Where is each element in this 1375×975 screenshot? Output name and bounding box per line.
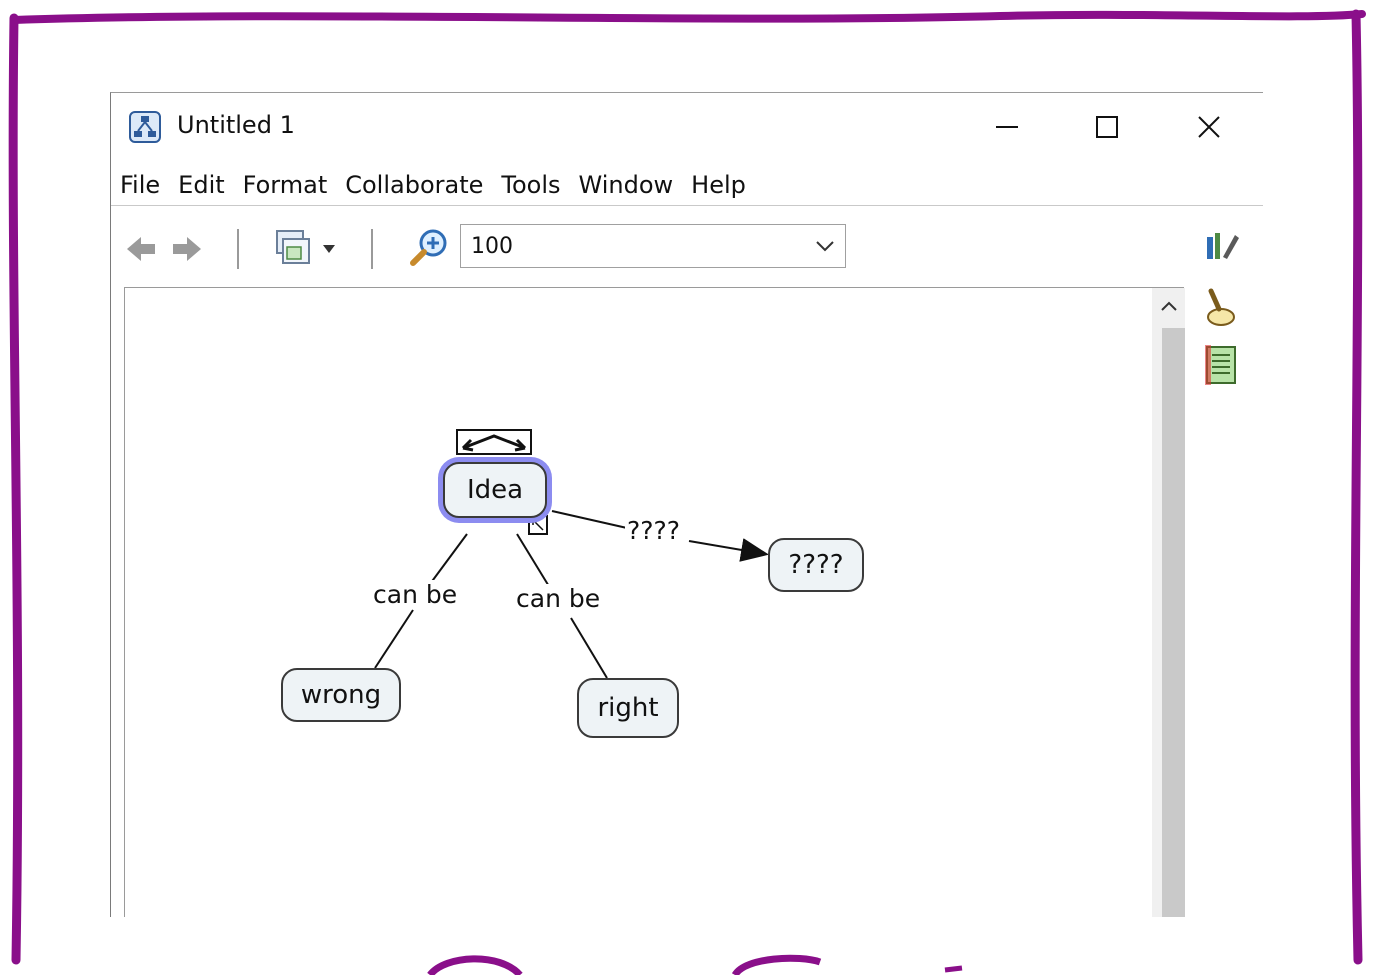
maximize-icon bbox=[1096, 116, 1118, 138]
forward-arrow-icon bbox=[173, 237, 201, 261]
toolbar-separator bbox=[371, 229, 373, 269]
menu-bar: File Edit Format Collaborate Tools Windo… bbox=[111, 167, 764, 203]
minimize-icon bbox=[996, 126, 1018, 128]
concept-map-app-icon bbox=[129, 111, 161, 143]
concept-map-canvas[interactable]: Idea ???? wrong right ???? can be can be bbox=[124, 287, 1185, 917]
zoom-value: 100 bbox=[471, 234, 513, 259]
expand-icon[interactable] bbox=[528, 515, 548, 535]
link-line bbox=[516, 533, 551, 589]
scrollbar-thumb[interactable] bbox=[1162, 328, 1185, 917]
view-menu-button[interactable] bbox=[271, 227, 343, 269]
chevron-down-icon bbox=[816, 241, 834, 252]
view-menu-icon bbox=[276, 230, 335, 264]
vertical-scrollbar[interactable] bbox=[1152, 288, 1185, 917]
concept-node-wrong[interactable]: wrong bbox=[281, 668, 401, 722]
zoom-in-icon bbox=[410, 229, 447, 266]
link-label-can-be-right[interactable]: can be bbox=[514, 584, 603, 613]
back-arrow-icon bbox=[127, 237, 155, 261]
link-label-unknown[interactable]: ???? bbox=[625, 516, 683, 545]
window-title: Untitled 1 bbox=[177, 111, 295, 139]
find-icon bbox=[1207, 288, 1235, 326]
toolbar-separator bbox=[237, 229, 239, 269]
concept-node-right[interactable]: right bbox=[577, 678, 679, 738]
maximize-button[interactable] bbox=[1077, 105, 1137, 149]
link-line bbox=[374, 609, 414, 669]
back-button[interactable] bbox=[123, 231, 159, 267]
menu-format[interactable]: Format bbox=[243, 171, 328, 199]
menu-collaborate[interactable]: Collaborate bbox=[345, 171, 483, 199]
styles-icon bbox=[1207, 233, 1239, 259]
minimize-button[interactable] bbox=[977, 105, 1037, 149]
link-line bbox=[570, 617, 608, 679]
menu-file[interactable]: File bbox=[120, 171, 160, 199]
close-icon bbox=[1198, 116, 1220, 138]
resize-handle-icon[interactable] bbox=[456, 429, 532, 455]
notes-button[interactable] bbox=[1199, 343, 1243, 387]
link-label-can-be-wrong[interactable]: can be bbox=[371, 580, 460, 609]
close-button[interactable] bbox=[1179, 105, 1239, 149]
link-line bbox=[551, 510, 628, 529]
find-button[interactable] bbox=[1199, 287, 1243, 331]
zoom-button[interactable] bbox=[409, 227, 453, 269]
title-bar: Untitled 1 bbox=[111, 93, 1263, 159]
concept-node-unknown[interactable]: ???? bbox=[768, 538, 864, 592]
link-arrow bbox=[688, 538, 769, 562]
link-line bbox=[429, 533, 468, 585]
menu-help[interactable]: Help bbox=[691, 171, 746, 199]
zoom-level-select[interactable]: 100 bbox=[460, 224, 846, 268]
app-window: Untitled 1 File Edit Format Collaborate … bbox=[110, 92, 1263, 917]
chevron-up-icon bbox=[1160, 301, 1177, 311]
scroll-up-button[interactable] bbox=[1152, 288, 1185, 324]
concept-node-idea[interactable]: Idea bbox=[443, 462, 547, 518]
styles-button[interactable] bbox=[1199, 225, 1243, 269]
menu-edit[interactable]: Edit bbox=[178, 171, 224, 199]
notes-icon bbox=[1205, 345, 1236, 385]
concept-map-links bbox=[374, 429, 769, 679]
menu-tools[interactable]: Tools bbox=[501, 171, 560, 199]
menu-window[interactable]: Window bbox=[579, 171, 674, 199]
menu-divider bbox=[111, 205, 1263, 206]
forward-button[interactable] bbox=[169, 231, 205, 267]
